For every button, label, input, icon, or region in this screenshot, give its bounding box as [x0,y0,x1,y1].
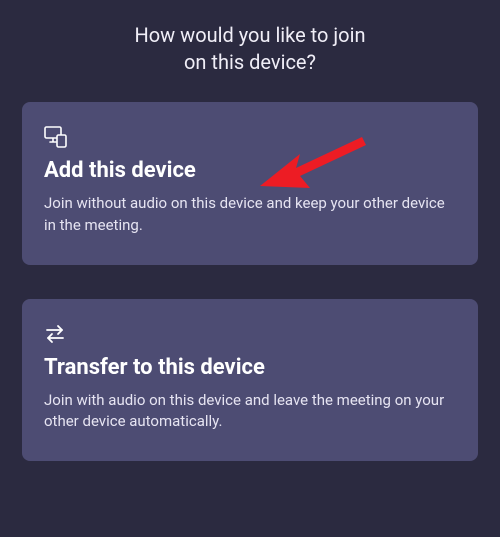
transfer-device-desc: Join with audio on this device and leave… [44,390,456,434]
add-device-icon [44,126,456,148]
heading-text: How would you like to joinon this device… [135,23,366,74]
add-device-desc: Join without audio on this device and ke… [44,193,456,237]
add-device-title: Add this device [44,158,456,183]
transfer-icon [44,323,456,345]
transfer-device-card[interactable]: Transfer to this device Join with audio … [22,299,478,462]
add-device-card[interactable]: Add this device Join without audio on th… [22,102,478,265]
transfer-device-title: Transfer to this device [44,355,456,380]
page-title: How would you like to joinon this device… [22,22,478,76]
join-options-panel: How would you like to joinon this device… [0,0,500,461]
